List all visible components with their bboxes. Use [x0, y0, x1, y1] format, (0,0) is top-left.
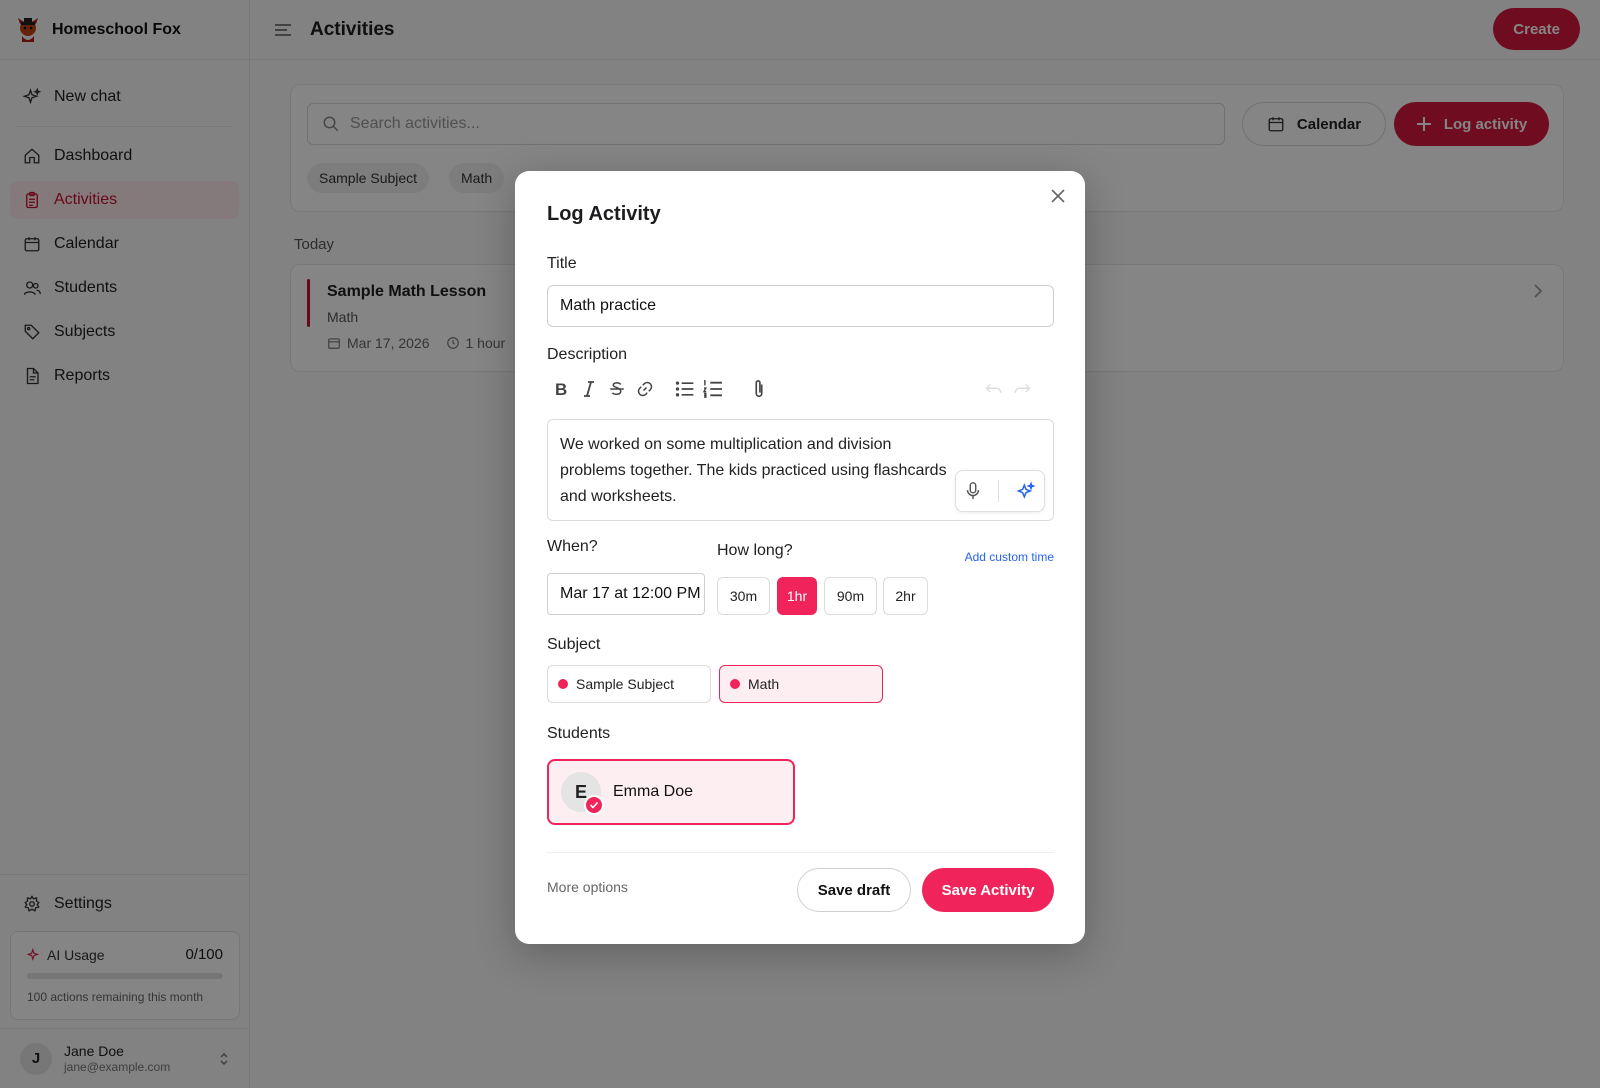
save-draft-button[interactable]: Save draft: [797, 868, 911, 912]
numbered-list-icon[interactable]: [699, 375, 727, 403]
description-label: Description: [547, 346, 628, 363]
paperclip-icon[interactable]: [745, 375, 773, 403]
subject-color-dot: [558, 679, 568, 689]
editor-assist-tools: [955, 470, 1045, 512]
avatar: E: [561, 772, 604, 815]
when-datetime-input[interactable]: Mar 17 at 12:00 PM: [547, 573, 705, 615]
close-icon[interactable]: [1047, 185, 1069, 207]
strikethrough-icon[interactable]: [603, 375, 631, 403]
duration-2hr[interactable]: 2hr: [883, 577, 928, 615]
description-editor[interactable]: We worked on some multiplication and div…: [547, 419, 1054, 521]
subject-option-sample-subject[interactable]: Sample Subject: [547, 665, 711, 703]
svg-text:B: B: [555, 380, 567, 398]
description-text: We worked on some multiplication and div…: [560, 436, 947, 505]
italic-icon[interactable]: [575, 375, 603, 403]
subject-option-label: Math: [748, 676, 780, 692]
subject-option-label: Sample Subject: [576, 676, 675, 692]
editor-toolbar: B: [547, 375, 1054, 403]
duration-1hr[interactable]: 1hr: [777, 577, 817, 615]
how-long-label: How long?: [717, 542, 793, 559]
bullet-list-icon[interactable]: [671, 375, 699, 403]
student-name: Emma Doe: [613, 783, 694, 800]
title-label: Title: [547, 255, 577, 272]
divider: [547, 852, 1054, 853]
link-icon[interactable]: [631, 375, 659, 403]
bold-icon[interactable]: B: [547, 375, 575, 403]
ai-sparkles-icon[interactable]: [1015, 481, 1036, 501]
more-options-link[interactable]: More options: [547, 879, 628, 895]
log-activity-modal: Log Activity Title Math practice Descrip…: [515, 171, 1085, 944]
microphone-icon[interactable]: [965, 481, 981, 501]
when-label: When?: [547, 538, 598, 555]
subject-option-math[interactable]: Math: [719, 665, 883, 703]
modal-title: Log Activity: [547, 203, 661, 225]
subject-label: Subject: [547, 636, 601, 653]
add-custom-time-link[interactable]: Add custom time: [965, 550, 1054, 564]
subject-color-dot: [730, 679, 740, 689]
duration-30m[interactable]: 30m: [717, 577, 770, 615]
title-input[interactable]: Math practice: [547, 285, 1054, 327]
redo-icon[interactable]: [1008, 375, 1036, 403]
save-activity-button[interactable]: Save Activity: [922, 868, 1054, 912]
undo-icon[interactable]: [980, 375, 1008, 403]
students-label: Students: [547, 725, 611, 742]
duration-90m[interactable]: 90m: [824, 577, 877, 615]
student-option-emma-doe[interactable]: E Emma Doe: [547, 759, 795, 825]
check-icon: [584, 795, 604, 815]
